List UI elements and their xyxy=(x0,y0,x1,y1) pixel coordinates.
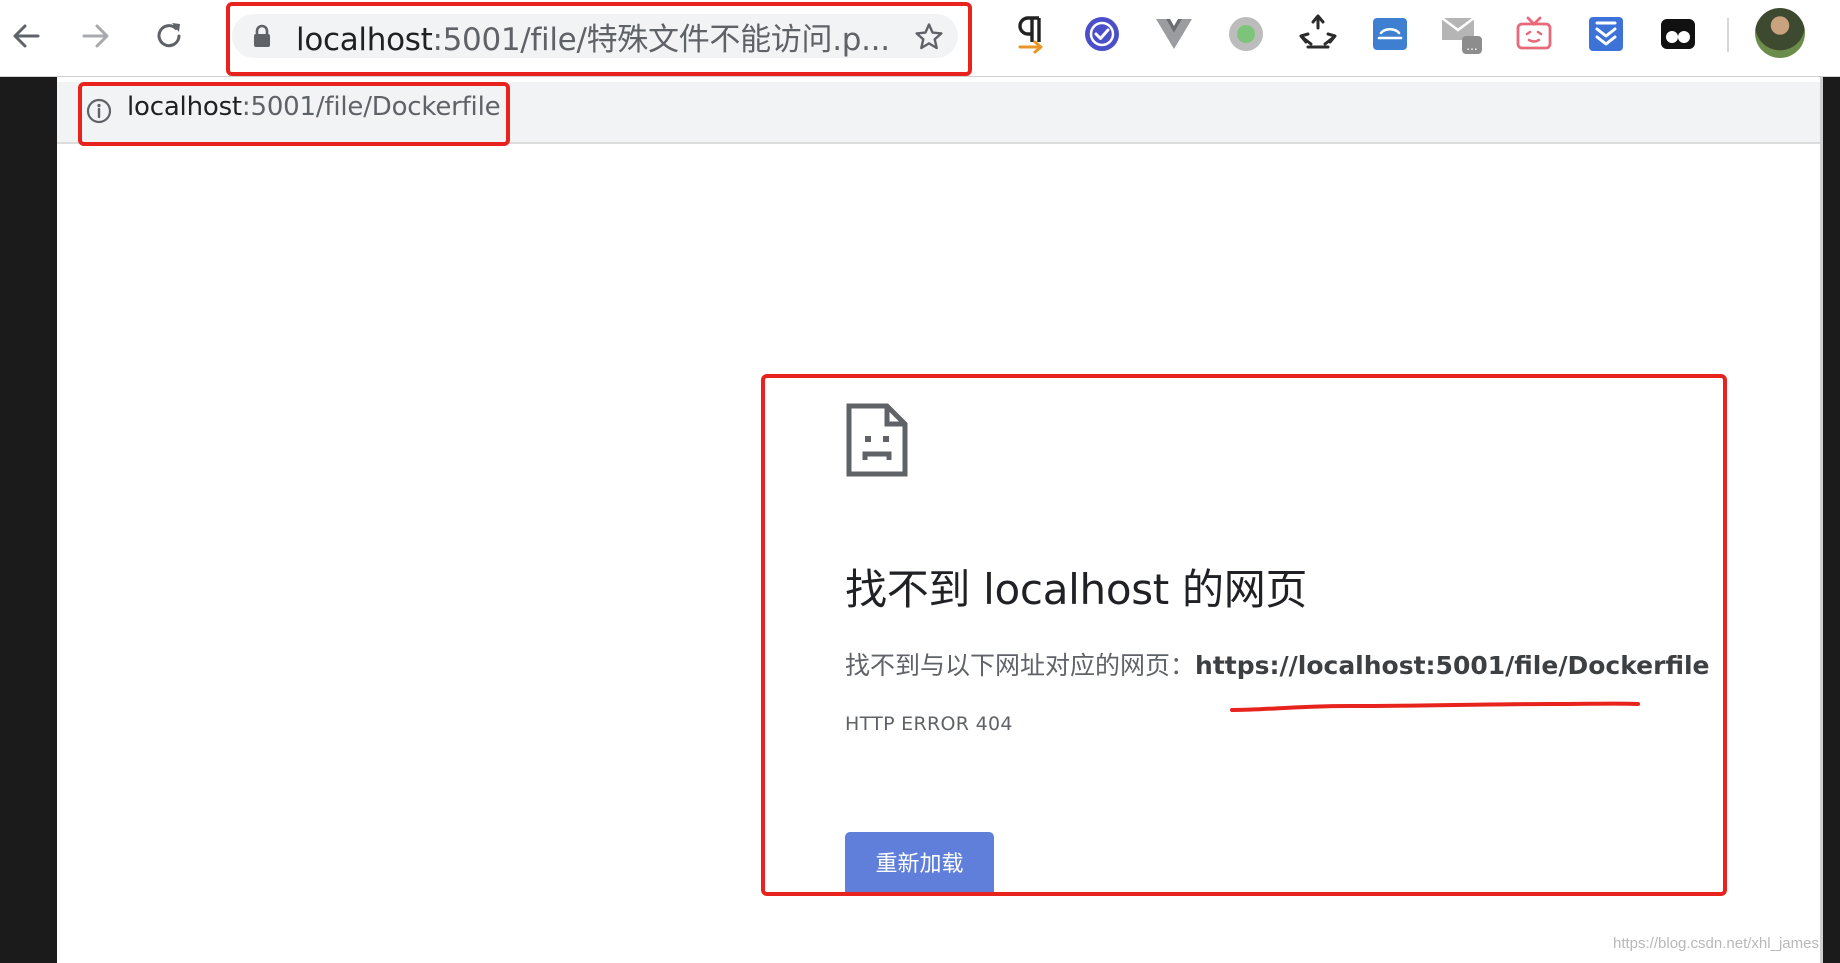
arrow-right-icon xyxy=(82,24,109,48)
address-host: localhost xyxy=(296,21,433,58)
error-title: 找不到 localhost 的网页 xyxy=(845,565,1308,614)
info-icon[interactable] xyxy=(86,98,112,124)
browser-toolbar: localhost:5001/file/特殊文件不能访问.p... ... xyxy=(0,0,1840,77)
reload-button[interactable]: 重新加载 xyxy=(845,832,994,892)
right-dark-strip xyxy=(1820,77,1840,963)
back-button[interactable] xyxy=(2,12,50,60)
address-url[interactable]: localhost:5001/file/特殊文件不能访问.p... xyxy=(296,14,896,59)
address-path: :5001/file/特殊文件不能访问.p... xyxy=(432,21,890,58)
avatar[interactable] xyxy=(1755,8,1805,58)
paragraph-icon[interactable] xyxy=(1008,12,1052,56)
sad-file-icon xyxy=(846,403,908,477)
scrollbar-edge[interactable] xyxy=(1820,77,1823,963)
left-dark-strip xyxy=(0,77,57,963)
download-box-icon[interactable] xyxy=(1584,12,1628,56)
error-description: 找不到与以下网址对应的网页：https://localhost:5001/fil… xyxy=(845,646,1710,682)
tv-icon[interactable] xyxy=(1512,12,1556,56)
recycle-icon[interactable] xyxy=(1296,12,1340,56)
bookmark-star-icon[interactable] xyxy=(914,22,944,52)
arrow-left-icon xyxy=(13,24,40,48)
watermark: https://blog.csdn.net/xhl_james xyxy=(1613,935,1819,952)
svg-text:...: ... xyxy=(1466,39,1477,53)
inner-address-url[interactable]: localhost:5001/file/Dockerfile xyxy=(127,92,501,122)
inner-address-bar[interactable]: localhost:5001/file/Dockerfile xyxy=(57,82,1820,144)
mail-icon[interactable]: ... xyxy=(1440,12,1484,56)
error-code: HTTP ERROR 404 xyxy=(845,713,1013,735)
lock-icon[interactable] xyxy=(250,22,274,50)
red-underline-annotation xyxy=(1230,701,1640,712)
glasses-icon[interactable] xyxy=(1656,12,1700,56)
green-dot-icon[interactable] xyxy=(1224,12,1268,56)
forward-button[interactable] xyxy=(72,12,120,60)
toolbar-divider xyxy=(1727,18,1729,52)
vue-v-icon[interactable] xyxy=(1152,12,1196,56)
drive-icon[interactable] xyxy=(1368,12,1412,56)
error-description-label: 找不到与以下网址对应的网页： xyxy=(845,651,1196,680)
inner-address-host: localhost xyxy=(127,92,242,122)
error-url: https://localhost:5001/file/Dockerfile xyxy=(1195,651,1710,680)
address-bar[interactable]: localhost:5001/file/特殊文件不能访问.p... xyxy=(232,14,958,58)
checkmark-badge-icon[interactable] xyxy=(1080,12,1124,56)
reload-toolbar-button[interactable] xyxy=(145,12,193,60)
inner-address-path: :5001/file/Dockerfile xyxy=(241,92,501,122)
refresh-icon xyxy=(157,23,181,48)
